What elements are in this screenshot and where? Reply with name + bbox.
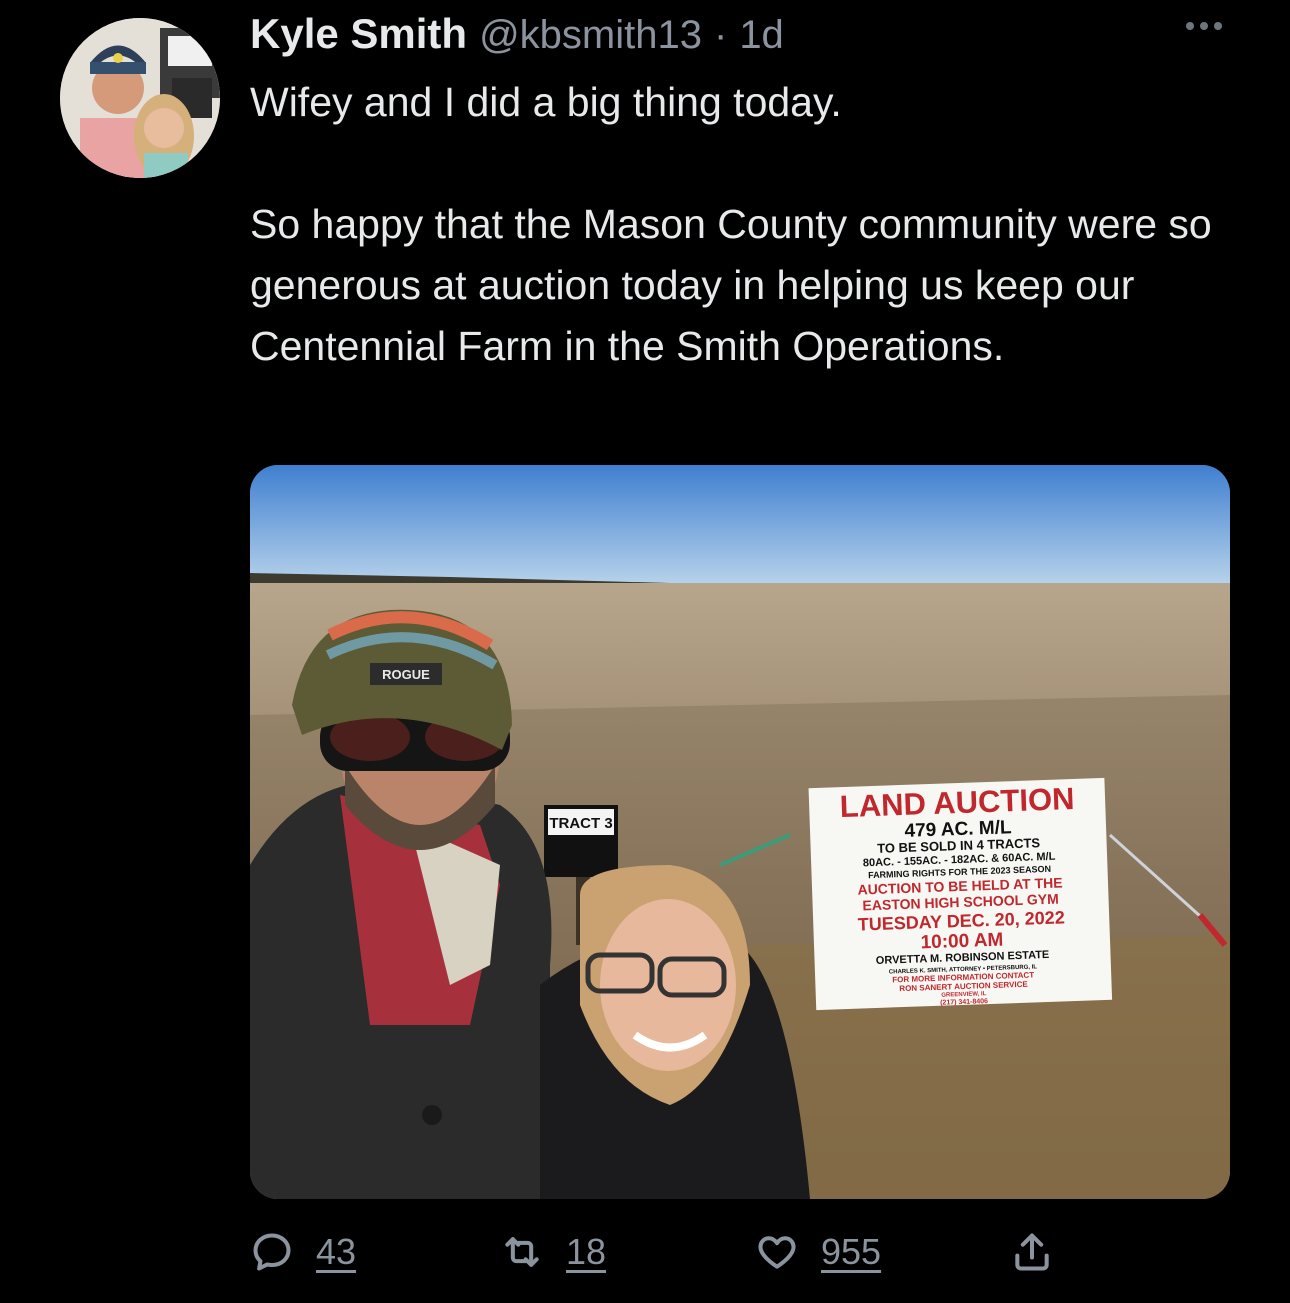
tweet-timestamp[interactable]: 1d — [739, 13, 784, 58]
tweet-header: Kyle Smith @kbsmith13 · 1d — [250, 10, 784, 66]
more-options-icon[interactable] — [1186, 22, 1222, 30]
like-count: 955 — [821, 1231, 882, 1272]
more-dot — [1186, 22, 1194, 30]
tract-sign-text: TRACT 3 — [549, 815, 612, 832]
tweet-photo[interactable]: TRACT 3 LAND AUCTION 479 AC. M/L TO BE S… — [250, 465, 1230, 1199]
more-dot — [1214, 22, 1222, 30]
sign-line: 10:00 AM — [920, 930, 1003, 954]
hat-label: ROGUE — [382, 667, 430, 682]
tweet-paragraph: So happy that the Mason County community… — [250, 201, 1212, 369]
author-name[interactable]: Kyle Smith — [250, 10, 467, 58]
reply-count: 43 — [316, 1231, 357, 1272]
author-handle[interactable]: @kbsmith13 — [479, 13, 702, 58]
retweet-icon — [505, 1237, 539, 1267]
reply-button[interactable]: 43 — [250, 1222, 356, 1282]
avatar-photo — [60, 18, 220, 178]
share-icon — [1015, 1233, 1049, 1271]
tweet-body: Wifey and I did a big thing today. So ha… — [250, 72, 1240, 377]
reply-icon — [253, 1233, 291, 1271]
heart-icon — [758, 1236, 796, 1269]
retweet-button[interactable]: 18 — [500, 1222, 606, 1282]
separator-dot: · — [713, 13, 728, 57]
tweet-actions: 43 18 955 — [250, 1222, 1070, 1282]
photo-scene: TRACT 3 LAND AUCTION 479 AC. M/L TO BE S… — [250, 465, 1230, 1199]
like-button[interactable]: 955 — [755, 1222, 881, 1282]
retweet-count: 18 — [566, 1231, 607, 1272]
tweet-paragraph: Wifey and I did a big thing today. — [250, 79, 842, 125]
author-avatar[interactable] — [60, 18, 220, 178]
more-dot — [1200, 22, 1208, 30]
share-button[interactable] — [1010, 1222, 1054, 1282]
